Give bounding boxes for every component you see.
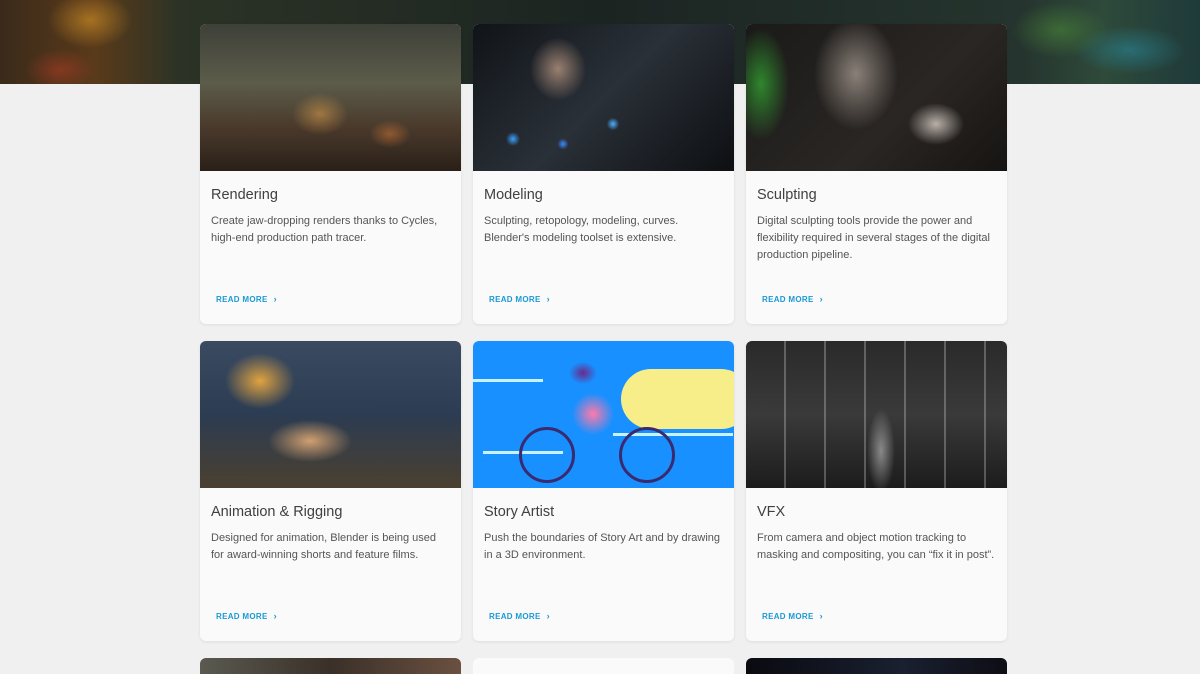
features-grid: Rendering Create jaw-dropping renders th… bbox=[200, 24, 1007, 674]
animation-thumbnail bbox=[200, 341, 461, 488]
card-title: VFX bbox=[757, 504, 786, 520]
chevron-right-icon: › bbox=[273, 294, 277, 304]
vfx-thumbnail bbox=[746, 341, 1007, 488]
read-more-label: READ MORE bbox=[489, 294, 541, 304]
card-title: Sculpting bbox=[757, 187, 817, 203]
illustration-shape bbox=[621, 369, 734, 429]
read-more-label: READ MORE bbox=[216, 294, 268, 304]
chevron-right-icon: › bbox=[819, 294, 823, 304]
feature-card-partial[interactable] bbox=[200, 658, 461, 674]
read-more-link[interactable]: READ MORE › bbox=[762, 294, 823, 304]
card-title: Animation & Rigging bbox=[211, 504, 343, 520]
chevron-right-icon: › bbox=[546, 294, 550, 304]
read-more-label: READ MORE bbox=[489, 611, 541, 621]
card-title: Rendering bbox=[211, 187, 278, 203]
feature-card-modeling[interactable]: Modeling Sculpting, retopology, modeling… bbox=[473, 24, 734, 324]
illustration-shape bbox=[519, 427, 575, 483]
feature-card-rendering[interactable]: Rendering Create jaw-dropping renders th… bbox=[200, 24, 461, 324]
read-more-link[interactable]: READ MORE › bbox=[762, 611, 823, 621]
illustration-shape bbox=[619, 427, 675, 483]
read-more-label: READ MORE bbox=[216, 611, 268, 621]
card-description: Digital sculpting tools provide the powe… bbox=[757, 215, 990, 261]
modeling-thumbnail bbox=[473, 24, 734, 171]
feature-card-partial[interactable] bbox=[746, 658, 1007, 674]
card-description: Create jaw-dropping renders thanks to Cy… bbox=[211, 215, 438, 244]
illustration-shape bbox=[553, 359, 623, 439]
chevron-right-icon: › bbox=[273, 611, 277, 621]
chevron-right-icon: › bbox=[819, 611, 823, 621]
feature-card-sculpting[interactable]: Sculpting Digital sculpting tools provid… bbox=[746, 24, 1007, 324]
read-more-link[interactable]: READ MORE › bbox=[216, 611, 277, 621]
rendering-thumbnail bbox=[200, 24, 461, 171]
card-description: From camera and object motion tracking t… bbox=[757, 532, 995, 561]
feature-card-animation[interactable]: Animation & Rigging Designed for animati… bbox=[200, 341, 461, 641]
feature-card-partial[interactable] bbox=[473, 658, 734, 674]
read-more-label: READ MORE bbox=[762, 294, 814, 304]
read-more-label: READ MORE bbox=[762, 611, 814, 621]
card-title: Modeling bbox=[484, 187, 543, 203]
card-description: Push the boundaries of Story Art and by … bbox=[484, 532, 721, 561]
read-more-link[interactable]: READ MORE › bbox=[489, 611, 550, 621]
read-more-link[interactable]: READ MORE › bbox=[489, 294, 550, 304]
sculpting-thumbnail bbox=[746, 24, 1007, 171]
feature-card-vfx[interactable]: VFX From camera and object motion tracki… bbox=[746, 341, 1007, 641]
feature-card-story-artist[interactable]: Story Artist Push the boundaries of Stor… bbox=[473, 341, 734, 641]
chevron-right-icon: › bbox=[546, 611, 550, 621]
card-description: Designed for animation, Blender is being… bbox=[211, 532, 437, 561]
card-description: Sculpting, retopology, modeling, curves.… bbox=[484, 215, 679, 244]
story-artist-thumbnail bbox=[473, 341, 734, 488]
read-more-link[interactable]: READ MORE › bbox=[216, 294, 277, 304]
card-title: Story Artist bbox=[484, 504, 555, 520]
illustration-shape bbox=[473, 379, 543, 382]
